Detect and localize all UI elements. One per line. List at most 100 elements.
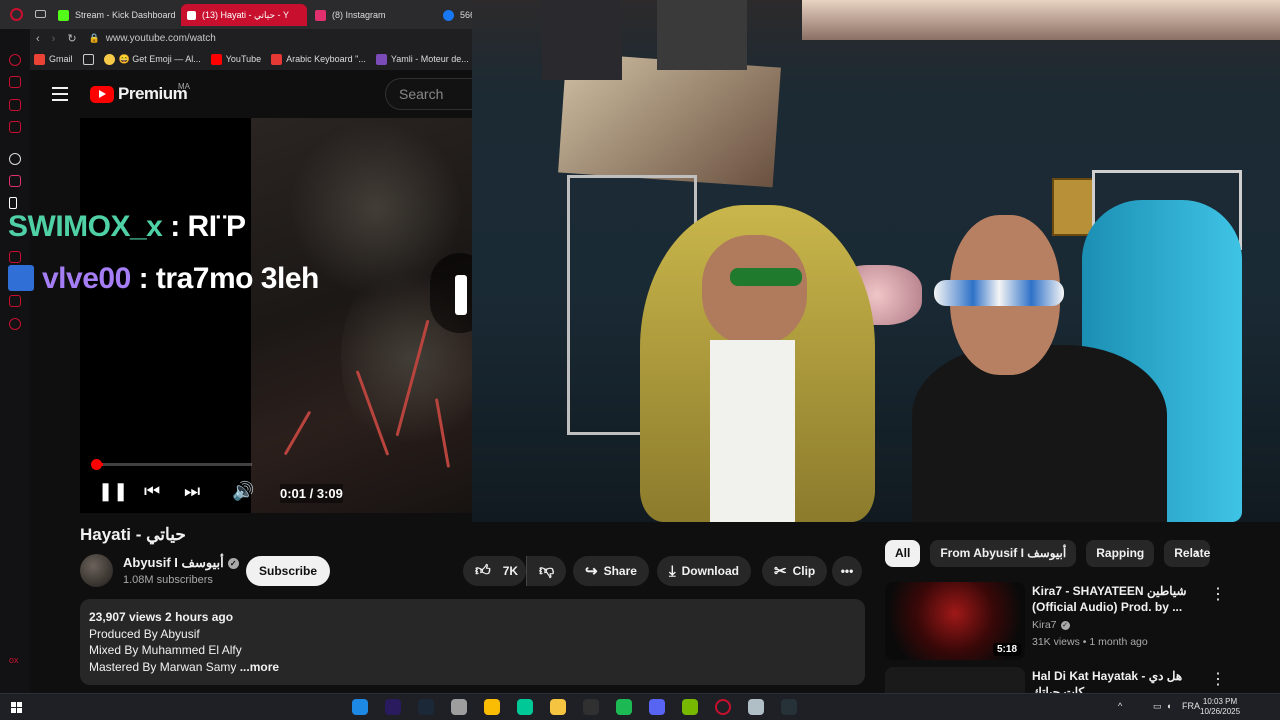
app-icon[interactable] [748, 699, 764, 715]
description-text: Mastered By Marwan Samy [89, 659, 240, 674]
channel-name[interactable]: Abyusif I أبيوسف ✓ [123, 555, 239, 571]
reload-icon[interactable]: ↻ [67, 32, 76, 45]
recommended-video[interactable]: Hal Di Kat Hayatak - هل دي كات حياتك ⋮ [885, 667, 1280, 693]
video-thumbnail[interactable] [885, 667, 1025, 693]
volume-tray-icon[interactable]: ◖ [1166, 701, 1171, 711]
search-input[interactable]: Search [385, 78, 485, 110]
bookmark-page[interactable] [82, 53, 94, 65]
file-explorer-icon[interactable] [550, 699, 566, 715]
like-count: 7K [502, 564, 519, 578]
bookmark-arabic-keyboard[interactable]: Arabic Keyboard "... [271, 53, 366, 65]
person-right [912, 345, 1167, 522]
chatgpt-icon[interactable] [9, 153, 21, 165]
download-button[interactable]: ⤓ Download [657, 556, 751, 586]
windows-start-icon[interactable] [11, 702, 22, 713]
forward-icon[interactable]: › [52, 33, 56, 45]
tab-facebook[interactable]: 566 [437, 4, 472, 26]
tray-chevron-icon[interactable]: ^ [1118, 701, 1122, 711]
messenger-icon[interactable] [9, 99, 21, 111]
progress-scrubber[interactable] [91, 459, 102, 470]
tab-youtube[interactable]: (13) Hayati - حياتي - Y [181, 4, 307, 26]
bookmark-yamli[interactable]: Yamli - Moteur de... [375, 53, 469, 65]
progress-bar[interactable] [91, 459, 252, 470]
tab-manager-icon[interactable] [35, 10, 46, 18]
volume-icon[interactable]: 🔊 [232, 481, 254, 502]
bookmark-label: Yamli - Moteur de... [390, 54, 469, 64]
menu-icon[interactable] [52, 87, 68, 101]
app-icon[interactable] [451, 699, 467, 715]
more-actions-button[interactable]: ••• [832, 556, 862, 586]
chip-from-channel[interactable]: From Abyusif I أبيوسف [930, 540, 1077, 567]
poster [657, 0, 747, 70]
opera-icon[interactable] [715, 699, 731, 715]
filter-chips: All From Abyusif I أبيوسف Rapping Relate… [885, 540, 1280, 568]
clip-label: Clip [792, 564, 816, 578]
next-icon[interactable]: ⏭ [184, 481, 200, 502]
tab-instagram[interactable]: (8) Instagram [309, 4, 435, 26]
steam-icon[interactable] [418, 699, 434, 715]
ceiling [802, 0, 1280, 40]
pause-icon[interactable]: ❚❚ [98, 481, 128, 502]
screen: Stream - Kick Dashboard (13) Hayati - حي… [0, 0, 1280, 720]
more-icon[interactable]: ox [9, 655, 21, 667]
subscriber-count: 1.08M subscribers [123, 574, 213, 586]
bookmark-youtube[interactable]: YouTube [210, 53, 261, 65]
chat-line: vlve00 : tra7mo 3leh [8, 262, 319, 296]
back-icon[interactable]: ‹ [36, 33, 40, 45]
previous-icon[interactable]: ⏮ [144, 481, 160, 502]
like-button[interactable]: 👍︎ 7K [463, 556, 526, 586]
opera-menu-icon[interactable] [10, 8, 23, 21]
more-vertical-icon[interactable]: ⋮ [1210, 584, 1226, 604]
download-icon[interactable] [9, 295, 21, 307]
description-box[interactable]: 23,907 views 2 hours ago Produced By Aby… [80, 599, 865, 685]
show-more-link[interactable]: ...more [240, 660, 279, 674]
clock-time: 10:03 PM [1202, 697, 1238, 706]
spotify-icon[interactable] [616, 699, 632, 715]
recommended-video[interactable]: 5:18 Kira7 - SHAYATEEN شياطين (Official … [885, 582, 1280, 662]
clip-button[interactable]: ✂ Clip [762, 556, 828, 586]
url-field[interactable]: www.youtube.com/watch [106, 33, 216, 44]
edge-icon[interactable] [352, 699, 368, 715]
youtube-premium-logo[interactable]: Premium [90, 84, 188, 104]
webcam-overlay [472, 0, 1280, 522]
obs-icon[interactable] [583, 699, 599, 715]
facebook-icon [443, 9, 454, 21]
more-horizontal-icon: ••• [840, 564, 854, 578]
discord-icon[interactable] [649, 699, 665, 715]
subscribe-button[interactable]: Subscribe [246, 556, 331, 586]
recommended-title[interactable]: Hal Di Kat Hayatak - هل دي كات حياتك [1032, 668, 1192, 693]
chrome-icon[interactable] [484, 699, 500, 715]
bag-icon[interactable] [9, 76, 21, 88]
video-thumbnail[interactable]: 5:18 [885, 582, 1025, 660]
language-indicator[interactable]: FRA [1182, 701, 1200, 711]
channel-avatar[interactable] [80, 554, 113, 587]
verified-icon: ✓ [1060, 621, 1070, 630]
nvidia-icon[interactable] [682, 699, 698, 715]
chip-all[interactable]: All [885, 540, 921, 567]
taskbar-clock[interactable]: 10:03 PM 10/26/2025 [1200, 697, 1240, 717]
tab-kick[interactable]: Stream - Kick Dashboard [52, 4, 178, 26]
video-player[interactable]: ❚❚ ⏮ ⏭ 🔊 0:01 / 3:09 [80, 118, 472, 513]
app-icon[interactable] [517, 699, 533, 715]
pause-overlay-icon[interactable] [430, 253, 472, 333]
dislike-button[interactable]: 👎︎ [526, 556, 566, 586]
share-button[interactable]: ↪ Share [573, 556, 649, 586]
tab-label: (8) Instagram [332, 10, 386, 20]
app-icon[interactable] [781, 699, 797, 715]
bookmark-getemoji[interactable]: 😄 Get Emoji — Al... [103, 53, 201, 65]
tiktok-icon[interactable] [9, 197, 17, 209]
more-vertical-icon[interactable]: ⋮ [1210, 669, 1226, 689]
chip-related[interactable]: Related [1164, 540, 1211, 567]
history-icon[interactable] [9, 54, 21, 66]
lock-icon: 🔒 [88, 33, 100, 43]
chevron-right-icon[interactable]: › [1194, 545, 1199, 563]
chip-rapping[interactable]: Rapping [1086, 540, 1155, 567]
settings-icon[interactable] [9, 318, 21, 330]
instagram-icon[interactable] [9, 175, 21, 187]
recommended-title[interactable]: Kira7 - SHAYATEEN شياطين (Official Audio… [1032, 583, 1192, 616]
video-icon[interactable] [9, 121, 21, 133]
premiere-icon[interactable] [385, 699, 401, 715]
view-count: 23,907 views 2 hours ago [89, 610, 234, 624]
network-icon[interactable]: ▭ [1153, 701, 1162, 712]
bookmark-gmail[interactable]: Gmail [34, 53, 73, 65]
